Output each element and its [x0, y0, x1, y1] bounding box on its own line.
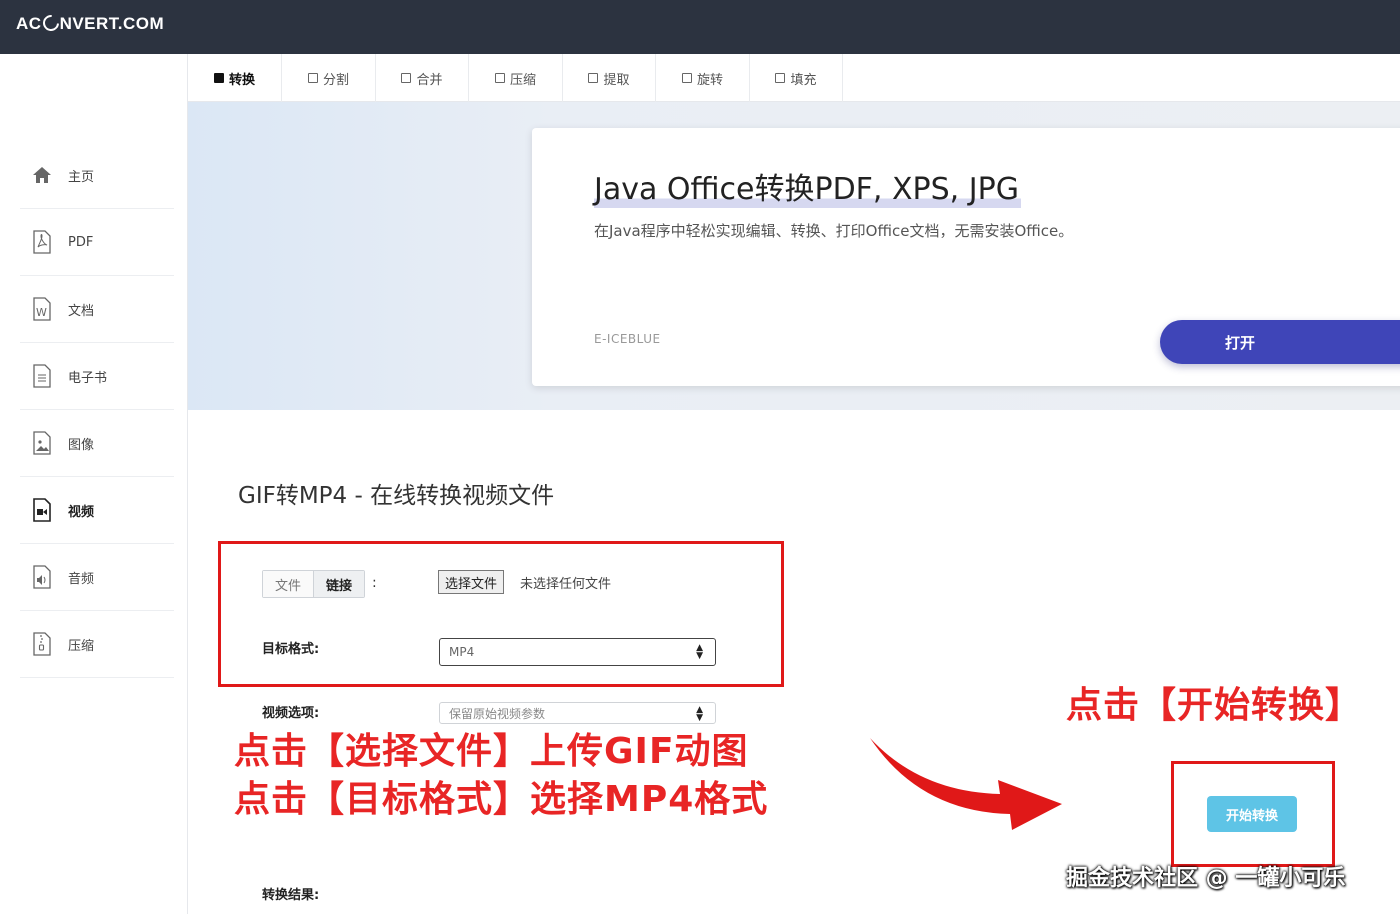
sidebar-item-label: 电子书: [68, 370, 108, 386]
tab-extract[interactable]: 提取: [563, 54, 656, 102]
start-convert-button[interactable]: 开始转换: [1207, 796, 1297, 832]
source-toggle: 文件 链接: [262, 570, 366, 598]
tab-checkbox-icon: [494, 73, 505, 83]
tab-split[interactable]: 分割: [282, 54, 376, 102]
sidebar-item-ebook[interactable]: 电子书: [20, 343, 174, 410]
tab-convert[interactable]: 转换: [188, 54, 282, 102]
svg-text:W: W: [36, 306, 47, 319]
sidebar-item-label: 文档: [68, 303, 95, 319]
tab-checkbox-icon: [775, 73, 786, 83]
select-arrows-icon: ▲ ▼: [696, 705, 703, 723]
open-button[interactable]: 打开: [1160, 320, 1400, 364]
watermark: 掘金技术社区 @ 一罐小可乐: [1066, 866, 1346, 891]
no-file-status: 未选择任何文件: [520, 577, 612, 592]
sidebar-item-archive[interactable]: 压缩: [20, 611, 174, 678]
sidebar-item-label: 压缩: [68, 638, 95, 654]
sidebar: 主页 PDF W 文档 电子书 图像 视频 音频 压缩: [0, 54, 188, 914]
pdf-file-icon: [30, 229, 54, 255]
sidebar-item-video[interactable]: 视频: [20, 477, 174, 544]
top-navbar: AC NVERT.COM: [0, 0, 1400, 54]
annotation-upload: 点击【选择文件】上传GIF动图: [234, 731, 749, 772]
tab-checkbox-icon: [307, 73, 318, 83]
tab-checkbox-icon: [213, 73, 224, 83]
audio-file-icon: [30, 564, 54, 590]
page-title: GIF转MP4 - 在线转换视频文件: [238, 483, 555, 509]
tab-compress[interactable]: 压缩: [469, 54, 563, 102]
ad-brand: E-ICEBLUE: [594, 332, 661, 346]
operation-tabs: 转换 分割 合并 压缩 提取 旋转 填充: [188, 54, 1400, 102]
tab-merge[interactable]: 合并: [376, 54, 469, 102]
red-arrow-icon: [870, 738, 1062, 830]
sidebar-item-document[interactable]: W 文档: [20, 276, 174, 343]
tab-checkbox-icon: [588, 73, 599, 83]
target-format-select[interactable]: MP4 ▲ ▼: [439, 638, 716, 666]
source-link-tab[interactable]: 链接: [313, 571, 365, 597]
sidebar-item-label: 音频: [68, 571, 95, 587]
tab-fill[interactable]: 填充: [750, 54, 843, 102]
site-logo[interactable]: AC NVERT.COM: [16, 11, 164, 35]
tab-checkbox-icon: [401, 73, 412, 83]
source-colon: :: [372, 575, 377, 591]
select-arrows-icon: ▲ ▼: [696, 643, 703, 661]
image-file-icon: [30, 430, 54, 456]
choose-file-button[interactable]: 选择文件: [438, 570, 505, 594]
sidebar-item-image[interactable]: 图像: [20, 410, 174, 477]
home-icon: [30, 162, 54, 188]
ebook-file-icon: [30, 363, 54, 389]
video-options-label: 视频选项:: [262, 706, 320, 721]
sidebar-item-audio[interactable]: 音频: [20, 544, 174, 611]
sidebar-item-label: PDF: [68, 234, 94, 250]
archive-file-icon: [30, 631, 54, 657]
word-file-icon: W: [30, 296, 54, 322]
tab-rotate[interactable]: 旋转: [656, 54, 750, 102]
sidebar-item-home[interactable]: 主页: [20, 142, 174, 209]
sidebar-item-label: 视频: [68, 504, 95, 520]
result-label: 转换结果:: [262, 888, 320, 903]
tab-checkbox-icon: [681, 73, 692, 83]
refresh-logo-icon: [39, 11, 62, 35]
target-format-label: 目标格式:: [262, 642, 320, 657]
video-options-select[interactable]: 保留原始视频参数 ▲ ▼: [439, 702, 716, 724]
ad-description: 在Java程序中轻松实现编辑、转换、打印Office文档，无需安装Office。: [594, 222, 1074, 240]
sidebar-item-label: 主页: [68, 169, 95, 185]
source-file-tab[interactable]: 文件: [263, 571, 314, 597]
annotation-format: 点击【目标格式】选择MP4格式: [234, 779, 769, 820]
sidebar-item-pdf[interactable]: PDF: [20, 209, 174, 276]
annotation-start: 点击【开始转换】: [1066, 685, 1363, 726]
ad-title: Java Office转换PDF, XPS, JPG: [594, 164, 1021, 208]
sidebar-item-label: 图像: [68, 437, 95, 453]
video-file-icon: [30, 497, 54, 523]
